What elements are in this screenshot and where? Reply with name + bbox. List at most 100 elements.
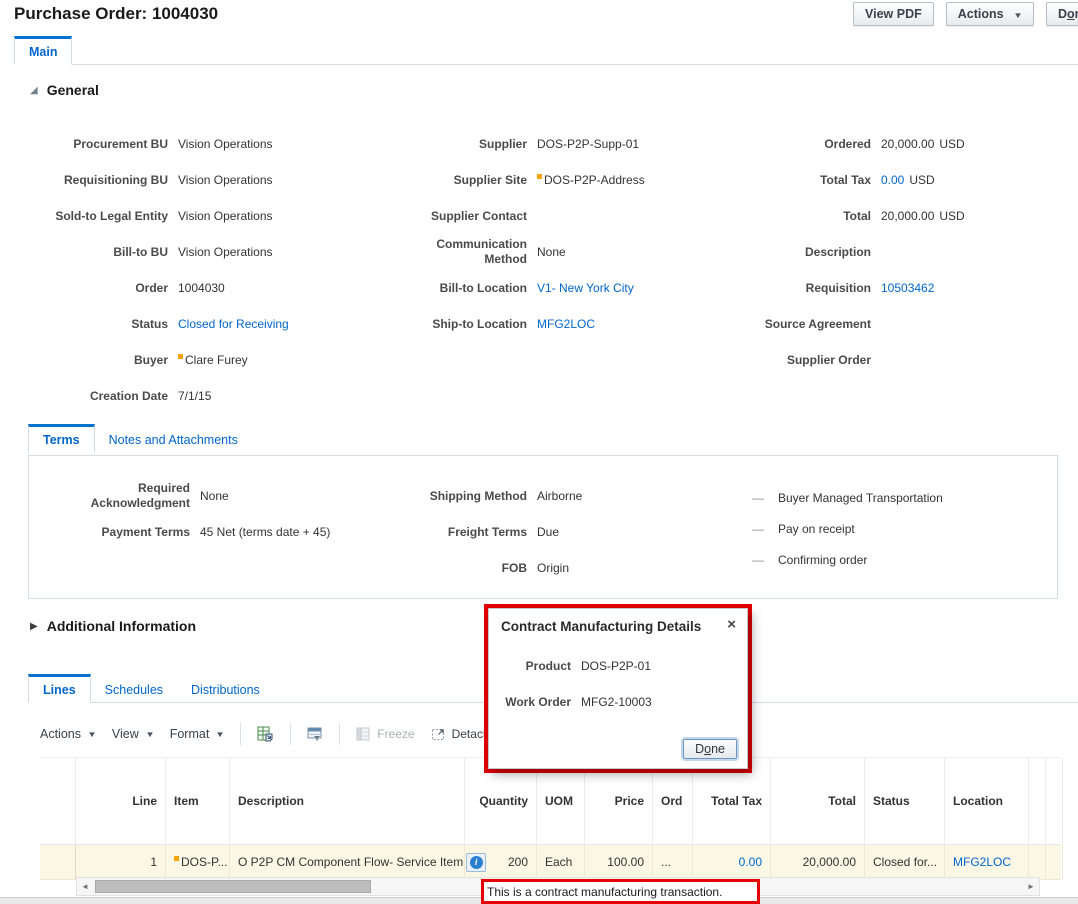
field-total: Total 20,000.00 USD — [731, 198, 965, 234]
field-value: Due — [537, 525, 560, 539]
detach-icon — [431, 727, 446, 741]
field-value: DOS-P2P-Address — [544, 173, 645, 187]
tab-distributions[interactable]: Distributions — [177, 677, 274, 702]
total-tax-link[interactable]: 0.00 — [881, 173, 904, 187]
tab-main[interactable]: Main — [14, 36, 73, 65]
col-header-location[interactable]: Location — [945, 758, 1029, 844]
contract-mfg-details-popup: Contract Manufacturing Details × Product… — [488, 608, 748, 769]
scrollbar-thumb[interactable] — [95, 880, 371, 893]
checkbox-label: Confirming order — [778, 552, 868, 567]
tab-schedules[interactable]: Schedules — [91, 677, 177, 702]
field-label: Communication Method — [436, 237, 527, 266]
field-label: Description — [804, 244, 871, 259]
field-ordered: Ordered 20,000.00 USD — [731, 126, 965, 162]
changed-indicator — [178, 354, 183, 359]
additional-info-toggle[interactable]: ▶ Additional Information — [30, 618, 196, 634]
cell-item: DOS-P... — [166, 845, 230, 879]
general-heading: General — [46, 82, 99, 98]
tab-notes-and-attachments[interactable]: Notes and Attachments — [95, 427, 252, 452]
field-value: DOS-P2P-Supp-01 — [537, 137, 640, 151]
view-pdf-button[interactable]: View PDF — [853, 2, 934, 26]
field-value: MFG2-10003 — [581, 695, 652, 709]
field-value: Airborne — [537, 489, 583, 503]
field-procurement-bu: Procurement BU Vision Operations — [28, 126, 289, 162]
terms-column-2: Shipping Method Airborne Freight Terms D… — [397, 478, 583, 586]
page-action-buttons: View PDF Actions ▼ Done — [853, 2, 1078, 26]
field-label: FOB — [501, 560, 527, 575]
field-label: Product — [525, 658, 571, 673]
lines-view-menu[interactable]: View ▼ — [112, 727, 155, 741]
ship-to-location-link[interactable]: MFG2LOC — [537, 317, 595, 331]
field-creation-date: Creation Date 7/1/15 — [28, 378, 289, 414]
detach-button[interactable]: Detach — [431, 727, 490, 741]
terms-tabbar: Terms Notes and Attachments — [28, 424, 1058, 453]
general-column-2: Supplier DOS-P2P-Supp-01 Supplier Site D… — [397, 126, 645, 342]
field-value: Origin — [537, 561, 570, 575]
cell-total-tax: 0.00 — [693, 845, 771, 879]
checkbox-buyer-managed-transportation: — Buyer Managed Transportation — [752, 482, 943, 513]
field-product: Product DOS-P2P-01 — [497, 648, 747, 684]
toolbar-separator — [290, 723, 292, 745]
row-selector-cell[interactable] — [40, 845, 76, 879]
chevron-down-icon: ▼ — [145, 729, 155, 739]
additional-info-heading: Additional Information — [46, 618, 197, 634]
chevron-down-icon: ▼ — [1013, 11, 1023, 20]
chevron-down-icon: ▼ — [87, 729, 97, 739]
field-value: Vision Operations — [178, 245, 273, 259]
lines-actions-menu[interactable]: Actions ▼ — [40, 727, 97, 741]
page-title: Purchase Order: 1004030 — [14, 4, 219, 23]
field-fob: FOB Origin — [397, 550, 582, 586]
col-header-description[interactable]: Description — [230, 758, 465, 844]
done-button[interactable]: Done — [1045, 2, 1078, 26]
field-work-order: Work Order MFG2-10003 — [497, 684, 747, 720]
field-requisitioning-bu: Requisitioning BU Vision Operations — [28, 162, 289, 198]
general-section-toggle[interactable]: ◢ General — [30, 82, 99, 98]
cell-price: 100.00 — [585, 845, 653, 879]
status-link[interactable]: Closed for Receiving — [178, 317, 289, 331]
close-icon[interactable]: × — [727, 617, 736, 632]
spacer-column — [1029, 845, 1046, 879]
lines-format-menu[interactable]: Format ▼ — [170, 727, 225, 741]
tab-terms[interactable]: Terms — [28, 424, 95, 453]
collapse-triangle-icon: ◢ — [30, 84, 38, 96]
table-row[interactable]: 1 DOS-P... O P2P CM Component Flow- Serv… — [40, 845, 1063, 880]
field-description: Description — [731, 234, 965, 270]
popup-title: Contract Manufacturing Details — [501, 619, 702, 634]
row-location-link[interactable]: MFG2LOC — [953, 855, 1011, 869]
lines-table: Line Item Description Quantity UOM Price… — [40, 757, 1063, 880]
scroll-left-arrow-icon[interactable]: ◄ — [77, 878, 93, 895]
field-label: Total Tax — [820, 172, 871, 187]
query-by-example-button[interactable] — [307, 727, 323, 742]
field-requisition: Requisition 10503462 — [731, 270, 965, 306]
popup-done-button[interactable]: Done — [681, 737, 739, 761]
col-header-item[interactable]: Item — [166, 758, 230, 844]
changed-indicator — [174, 856, 179, 861]
cell-status: Closed for... — [865, 845, 945, 879]
field-label: Supplier Contact — [430, 208, 527, 223]
expand-triangle-icon: ▶ — [30, 620, 38, 632]
col-header-status[interactable]: Status — [865, 758, 945, 844]
requisition-link[interactable]: 10503462 — [881, 281, 934, 295]
field-value: 1004030 — [178, 281, 225, 295]
actions-label: Actions — [957, 7, 1004, 21]
field-label: Freight Terms — [447, 524, 527, 539]
col-header-line[interactable]: Line — [76, 758, 166, 844]
export-excel-icon — [257, 726, 274, 742]
actions-menu-button[interactable]: Actions ▼ — [945, 2, 1034, 26]
toolbar-separator — [339, 723, 341, 745]
field-label: Buyer — [133, 352, 168, 367]
scroll-right-arrow-icon[interactable]: ► — [1023, 878, 1039, 895]
spacer-column — [1046, 758, 1063, 844]
cell-description: O P2P CM Component Flow- Service Item i — [230, 845, 487, 879]
popup-fields: Product DOS-P2P-01 Work Order MFG2-10003 — [497, 648, 747, 720]
bill-to-location-link[interactable]: V1- New York City — [537, 281, 634, 295]
terms-checkbox-column: — Buyer Managed Transportation — Pay on … — [752, 482, 943, 575]
tab-lines[interactable]: Lines — [28, 674, 91, 703]
col-header-total[interactable]: Total — [771, 758, 865, 844]
row-total-tax-link[interactable]: 0.00 — [739, 855, 762, 869]
unchecked-indicator-icon: — — [752, 521, 764, 536]
field-label: Required Acknowledgment — [90, 481, 190, 510]
field-value: None — [537, 245, 566, 259]
export-to-excel-button[interactable] — [257, 726, 274, 742]
currency-code: USD — [939, 137, 965, 151]
